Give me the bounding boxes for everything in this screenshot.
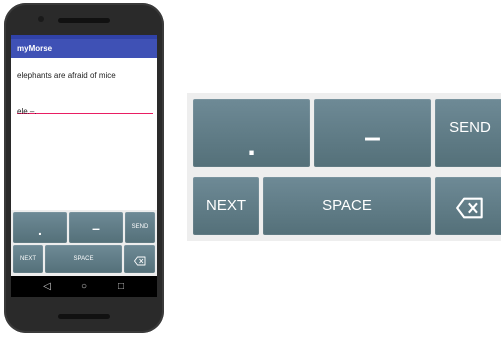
dot-key-large-label: . xyxy=(247,129,256,162)
morse-input[interactable] xyxy=(17,106,153,117)
nav-home-icon[interactable]: ○ xyxy=(74,276,94,297)
send-key-large-label: SEND xyxy=(449,119,491,136)
morse-keyboard-large: . – SEND NEXT SPACE xyxy=(187,93,501,241)
dot-key-large[interactable]: . xyxy=(193,99,310,167)
nav-recents-icon[interactable]: □ xyxy=(111,276,131,297)
send-key-large[interactable]: SEND xyxy=(435,99,501,167)
dash-key-large-label: – xyxy=(364,121,381,154)
space-key-large[interactable]: SPACE xyxy=(263,177,431,235)
phone-screen: myMorse elephants are afraid of mice . –… xyxy=(11,35,157,297)
dash-key-label: – xyxy=(92,220,100,236)
next-key-large[interactable]: NEXT xyxy=(193,177,259,235)
app-title: myMorse xyxy=(17,44,53,53)
dash-key-large[interactable]: – xyxy=(314,99,431,167)
navigation-bar: ◁ ○ □ xyxy=(11,276,157,297)
space-key[interactable]: SPACE xyxy=(45,245,122,273)
backspace-icon xyxy=(124,253,155,269)
next-key[interactable]: NEXT xyxy=(13,245,43,273)
app-bar: myMorse xyxy=(11,39,157,58)
backspace-icon xyxy=(435,193,501,227)
dot-key-label: . xyxy=(38,222,42,238)
top-speaker xyxy=(58,18,110,23)
send-key-label: SEND xyxy=(131,224,149,230)
morse-keyboard-small: . – SEND NEXT SPACE xyxy=(11,210,157,276)
camera xyxy=(38,16,44,22)
dash-key[interactable]: – xyxy=(69,212,123,243)
phone-device: myMorse elephants are afraid of mice . –… xyxy=(4,3,164,333)
space-key-large-label: SPACE xyxy=(322,197,372,214)
backspace-key[interactable] xyxy=(124,245,155,273)
next-key-label: NEXT xyxy=(19,256,36,262)
space-key-label: SPACE xyxy=(73,256,94,262)
next-key-large-label: NEXT xyxy=(205,197,246,214)
bottom-speaker xyxy=(58,314,110,319)
dot-key[interactable]: . xyxy=(13,212,67,243)
nav-back-icon[interactable]: ◁ xyxy=(37,276,57,297)
send-key[interactable]: SEND xyxy=(125,212,155,243)
morse-input-field[interactable] xyxy=(17,101,153,117)
backspace-key-large[interactable] xyxy=(435,177,501,235)
received-message: elephants are afraid of mice xyxy=(17,71,116,80)
